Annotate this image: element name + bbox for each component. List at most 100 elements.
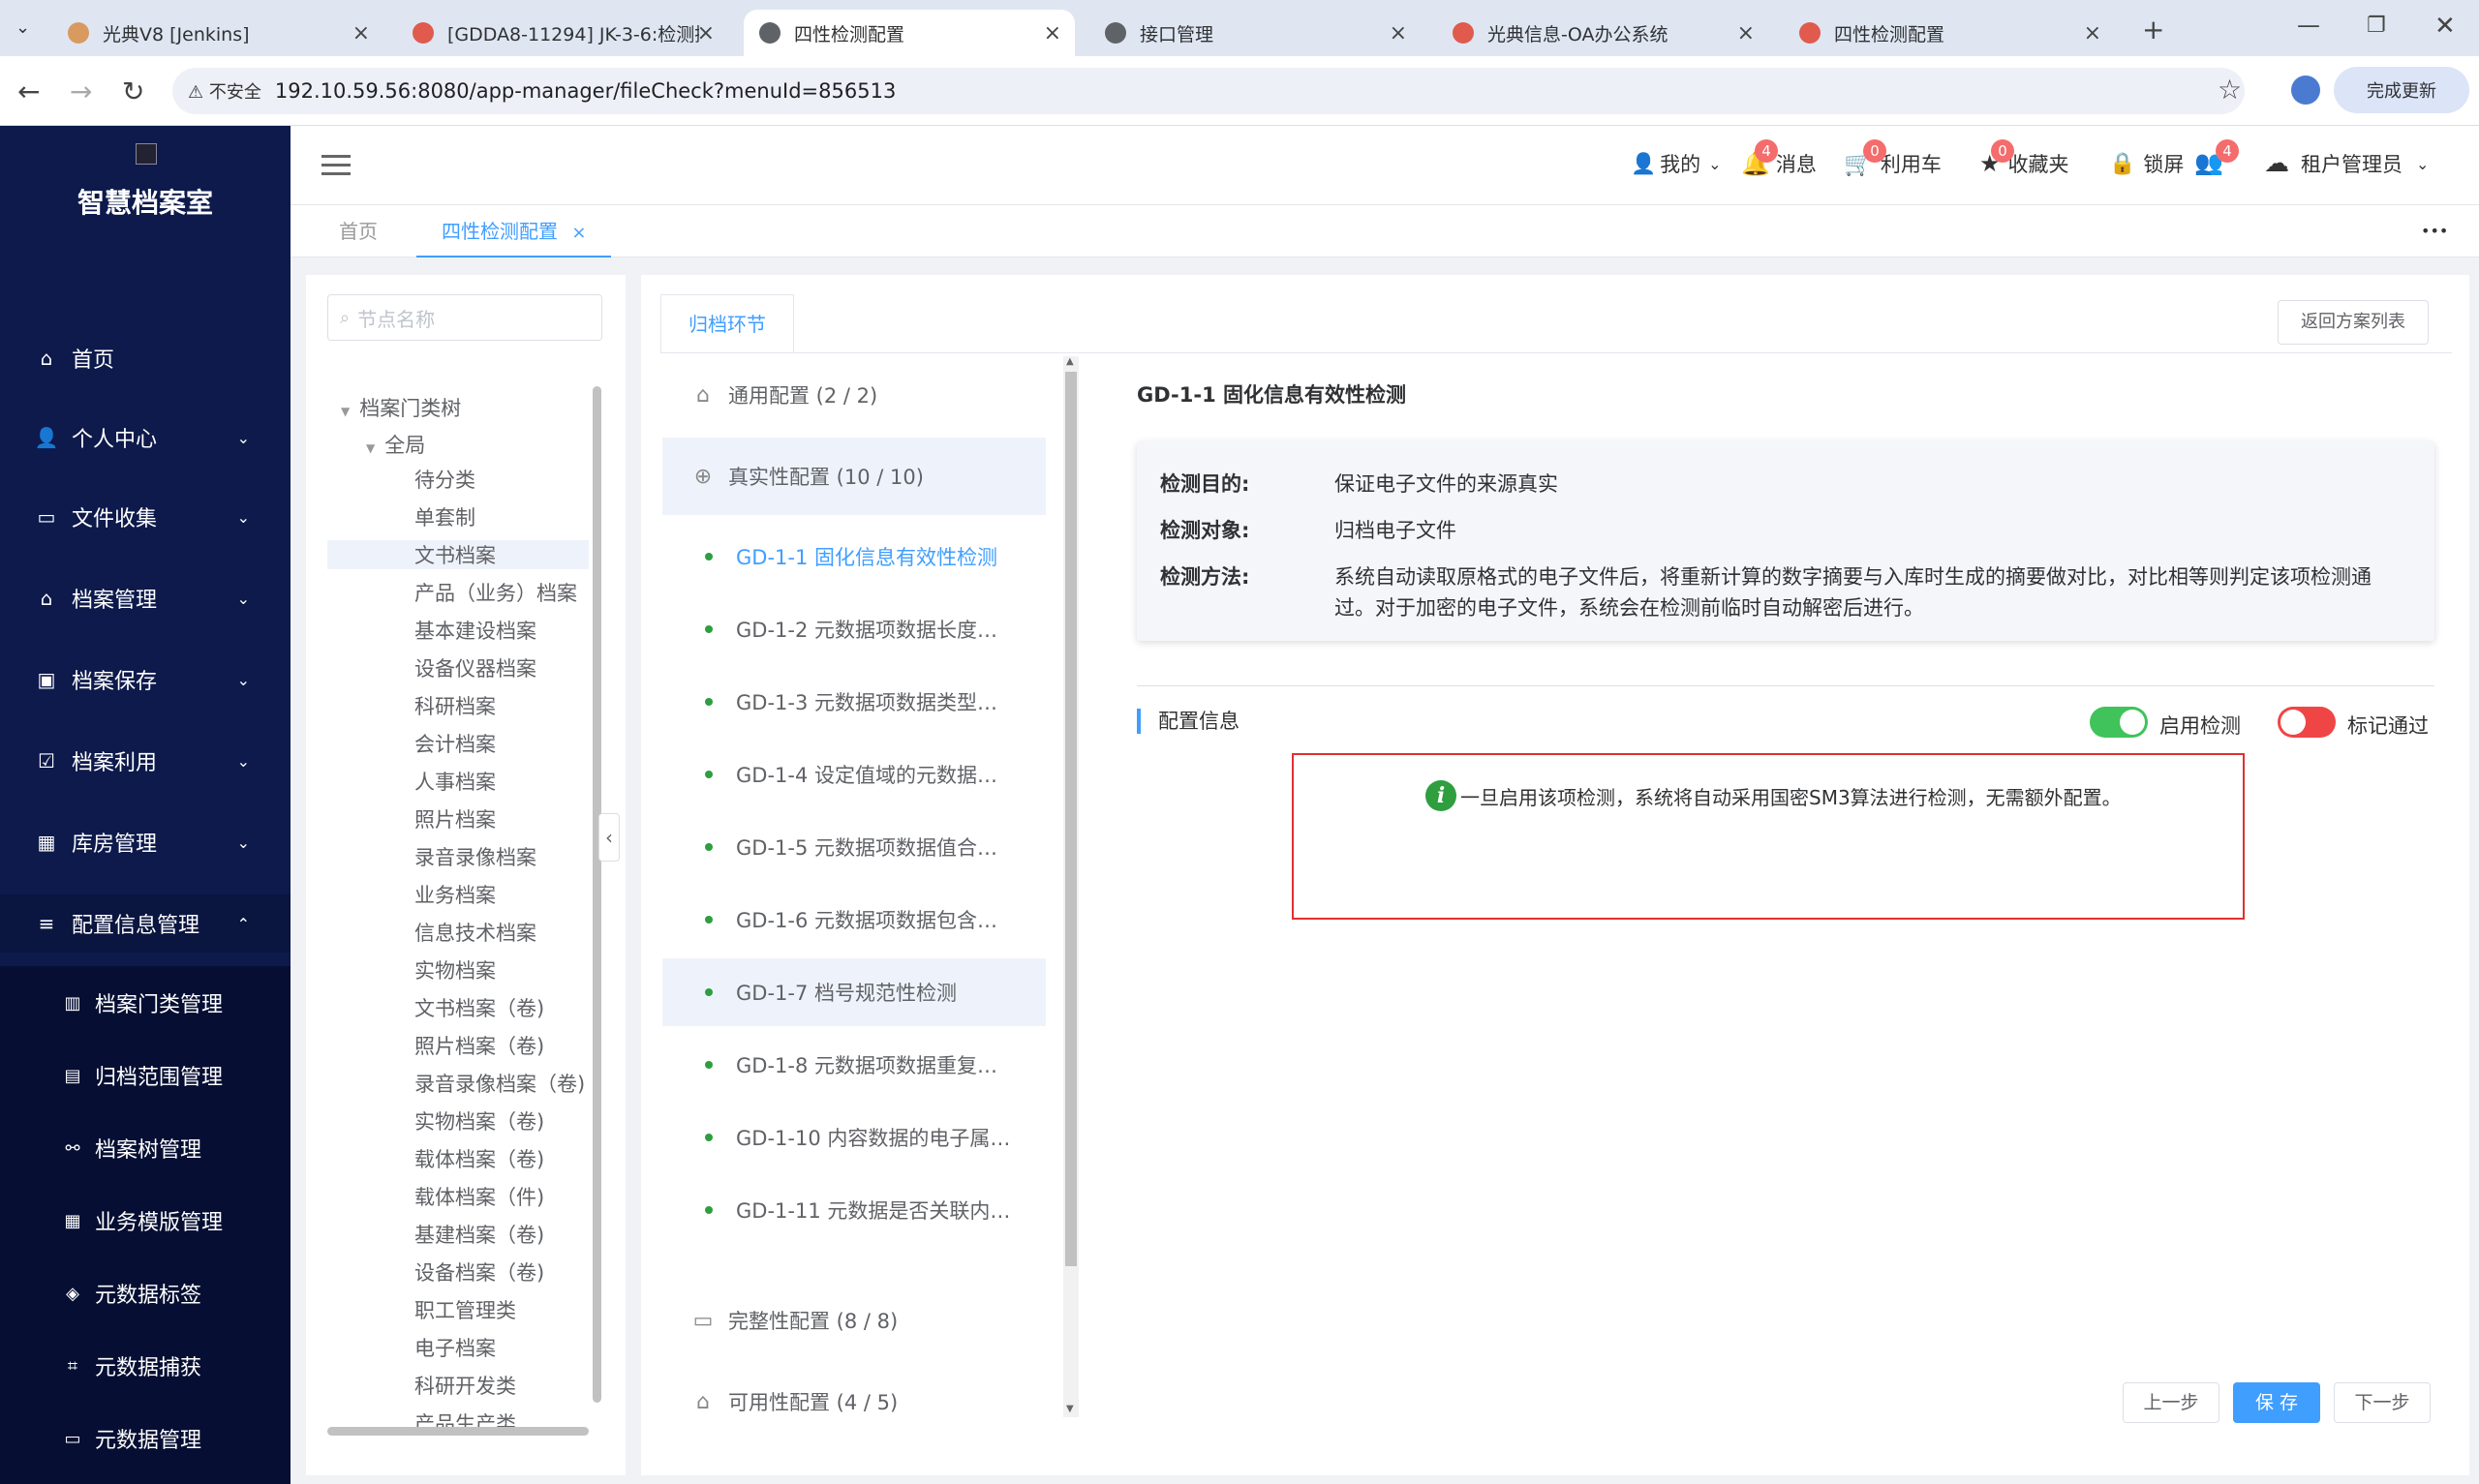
profile-avatar-icon[interactable] xyxy=(2291,76,2320,105)
tree-horizontal-scrollbar[interactable] xyxy=(327,1427,589,1436)
tree-node[interactable]: 实物档案（卷) xyxy=(414,1106,544,1136)
tree-node[interactable]: 基建档案（卷) xyxy=(414,1220,544,1249)
tree-node[interactable]: 单套制 xyxy=(414,502,475,531)
tree-node[interactable]: 照片档案（卷) xyxy=(414,1031,544,1060)
mark-pass-switch[interactable] xyxy=(2278,707,2336,738)
tree-node[interactable]: 会计档案 xyxy=(414,729,496,758)
tree-scrollbar[interactable] xyxy=(593,386,601,1403)
maximize-button[interactable]: ❐ xyxy=(2367,14,2386,38)
messages-button[interactable]: 🔔 消息 4 xyxy=(1741,139,1817,178)
browser-tab[interactable]: [GDDA8-11294] JK-3-6:检测接 × xyxy=(397,10,728,56)
group-authenticity[interactable]: ⊕ 真实性配置 (10 / 10) xyxy=(662,438,1046,515)
scroll-down-arrow-icon[interactable]: ▼ xyxy=(1066,1404,1074,1414)
collapse-panel-button[interactable]: ‹ xyxy=(598,813,620,862)
tree-node[interactable]: 业务档案 xyxy=(414,880,496,909)
save-button[interactable]: 保 存 xyxy=(2233,1382,2320,1423)
next-step-button[interactable]: 下一步 xyxy=(2334,1382,2431,1423)
browser-tab[interactable]: 接口管理 × xyxy=(1089,10,1421,56)
tree-node[interactable]: 电子档案 xyxy=(414,1333,496,1362)
tree-node[interactable]: 照片档案 xyxy=(414,804,496,833)
cart-button[interactable]: 🛒 利用车 0 xyxy=(1844,139,1942,178)
tree-node-global[interactable]: ▼ 全局 xyxy=(366,430,425,459)
sidebar-subitem[interactable]: ▭ 元数据管理 xyxy=(0,1409,291,1468)
tree-node[interactable]: 待分类 xyxy=(414,465,475,494)
tab-close-icon[interactable]: × xyxy=(1390,21,1407,45)
sidebar-item[interactable]: ▭ 文件收集 ⌄ xyxy=(0,488,291,546)
tab-home[interactable]: 首页 xyxy=(339,205,378,257)
tab-close-icon[interactable]: × xyxy=(1044,21,1061,45)
group-integrity[interactable]: ▭ 完整性配置 (8 / 8) xyxy=(662,1282,1046,1359)
tree-search-input[interactable]: ⌕ 节点名称 xyxy=(327,294,602,341)
enable-check-switch[interactable] xyxy=(2090,707,2148,738)
sidebar-subitem[interactable]: ◈ 元数据标签 xyxy=(0,1264,291,1322)
tree-node[interactable]: 基本建设档案 xyxy=(414,616,536,645)
sidebar-subitem[interactable]: ⚯ 档案树管理 xyxy=(0,1119,291,1177)
tree-node[interactable]: 载体档案（件) xyxy=(414,1182,544,1211)
back-arrow-icon[interactable]: ← xyxy=(17,76,40,107)
tab-file-check[interactable]: 四性检测配置 × xyxy=(416,205,612,257)
back-to-plan-list-button[interactable]: 返回方案列表 xyxy=(2278,300,2429,345)
tree-node[interactable]: 录音录像档案 xyxy=(414,842,536,871)
new-tab-button[interactable]: + xyxy=(2142,14,2164,45)
tree-node[interactable]: 人事档案 xyxy=(414,767,496,796)
users-button[interactable]: 👥 4 xyxy=(2194,139,2239,176)
tab-archive-step[interactable]: 归档环节 xyxy=(660,294,794,352)
tree-node[interactable]: 科研开发类 xyxy=(414,1371,516,1400)
reload-icon[interactable]: ↻ xyxy=(122,76,144,107)
browser-tab[interactable]: 四性检测配置 × xyxy=(1784,10,2115,56)
more-tabs-icon[interactable]: ••• xyxy=(2421,205,2448,257)
check-item[interactable]: GD-1-2 元数据项数据长度检测 xyxy=(662,595,1046,663)
hamburger-menu-icon[interactable] xyxy=(321,155,351,176)
tree-node[interactable]: 设备仪器档案 xyxy=(414,653,536,682)
sidebar-item[interactable]: ▣ 档案保存 ⌄ xyxy=(0,651,291,709)
sidebar-subitem[interactable]: ▥ 档案门类管理 xyxy=(0,974,291,1032)
check-list-scroll-thumb[interactable] xyxy=(1065,372,1077,1266)
check-item[interactable]: GD-1-6 元数据项数据包含特殊字符检测 xyxy=(662,886,1046,954)
tree-node[interactable]: 文书档案（卷) xyxy=(414,993,544,1022)
tree-node[interactable]: 录音录像档案（卷) xyxy=(414,1069,585,1098)
tree-node[interactable]: 职工管理类 xyxy=(414,1295,516,1324)
scroll-up-arrow-icon[interactable]: ▲ xyxy=(1066,356,1074,367)
tree-node[interactable]: 产品（业务）档案 xyxy=(414,578,577,607)
sidebar-item[interactable]: ▦ 库房管理 ⌄ xyxy=(0,813,291,871)
tree-node[interactable]: 信息技术档案 xyxy=(414,918,536,947)
group-usability[interactable]: ⌂ 可用性配置 (4 / 5) xyxy=(662,1363,1046,1440)
insecure-warning-icon[interactable]: ⚠ 不安全 xyxy=(188,78,261,104)
tenant-menu[interactable]: ☁ 租户管理员 ⌄ xyxy=(2264,149,2429,178)
group-general[interactable]: ⌂ 通用配置 (2 / 2) xyxy=(662,356,1046,434)
sidebar-item[interactable]: ☑ 档案利用 ⌄ xyxy=(0,732,291,790)
sidebar-subitem[interactable]: ▦ 业务模版管理 xyxy=(0,1192,291,1250)
sidebar-subitem[interactable]: ▤ 归档范围管理 xyxy=(0,1046,291,1105)
my-menu[interactable]: 👤 我的 ⌄ xyxy=(1631,149,1722,178)
check-item[interactable]: GD-1-4 设定值域的元数据项值域符合度检测 xyxy=(662,741,1046,808)
favorites-button[interactable]: ★ 收藏夹 0 xyxy=(1979,139,2069,178)
window-close-button[interactable]: ✕ xyxy=(2434,12,2456,41)
tree-node-root[interactable]: ▼ 档案门类树 xyxy=(341,393,461,422)
sidebar-item[interactable]: 👤 个人中心 ⌄ xyxy=(0,409,291,467)
minimize-button[interactable]: — xyxy=(2297,12,2320,39)
lock-button[interactable]: 🔒 锁屏 xyxy=(2109,149,2184,178)
tab-close-icon[interactable]: × xyxy=(571,223,586,243)
update-button[interactable]: 完成更新 xyxy=(2334,67,2469,113)
sidebar-item[interactable]: ⌂ 首页 xyxy=(0,329,291,387)
check-item[interactable]: GD-1-3 元数据项数据类型、格式检测 xyxy=(662,668,1046,736)
tab-list-chevron-icon[interactable]: ⌄ xyxy=(15,17,30,38)
bookmark-star-icon[interactable]: ☆ xyxy=(2218,74,2242,106)
tab-close-icon[interactable]: × xyxy=(697,21,715,45)
url-input[interactable]: ⚠ 不安全 192.10.59.56:8080/app-manager/file… xyxy=(172,68,2245,114)
check-item[interactable]: GD-1-7 档号规范性检测 xyxy=(662,958,1046,1026)
sidebar-item[interactable]: ⌂ 档案管理 ⌄ xyxy=(0,569,291,627)
check-item[interactable]: GD-1-5 元数据项数据值合理性检测 xyxy=(662,813,1046,881)
tab-close-icon[interactable]: × xyxy=(2084,21,2101,45)
tab-close-icon[interactable]: × xyxy=(1737,21,1755,45)
browser-tab[interactable]: 光典信息-OA办公系统 × xyxy=(1437,10,1768,56)
check-item[interactable]: GD-1-1 固化信息有效性检测 xyxy=(662,523,1046,591)
browser-tab[interactable]: 四性检测配置 × xyxy=(744,10,1075,56)
tab-close-icon[interactable]: × xyxy=(352,21,370,45)
check-item[interactable]: GD-1-8 元数据项数据重复性检测 xyxy=(662,1031,1046,1099)
tree-node[interactable]: 科研档案 xyxy=(414,691,496,720)
check-item[interactable]: GD-1-11 元数据是否关联内容数据检测 xyxy=(662,1176,1046,1244)
tree-node[interactable]: 载体档案（卷) xyxy=(414,1144,544,1173)
browser-tab[interactable]: 光典V8 [Jenkins] × xyxy=(52,10,383,56)
sidebar-item[interactable]: ≡ 配置信息管理 ⌃ xyxy=(0,894,291,953)
